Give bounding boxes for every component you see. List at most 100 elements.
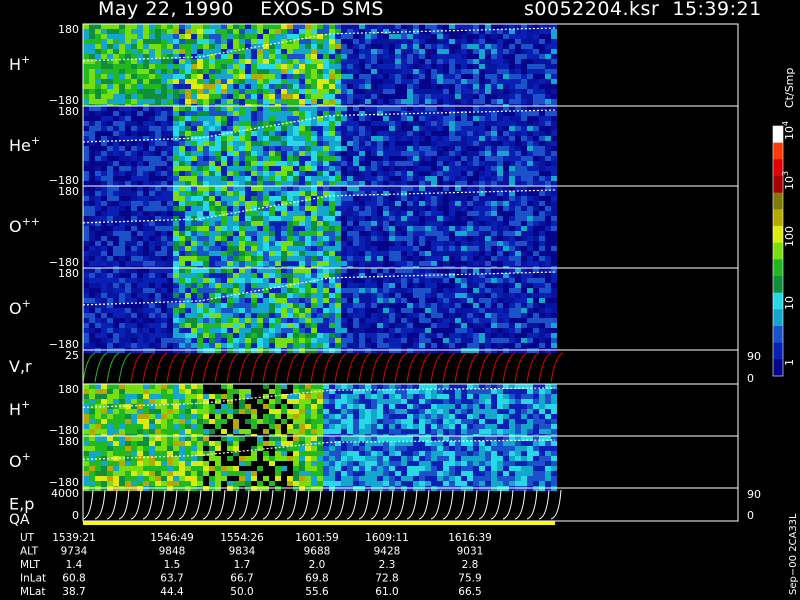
ep-trace bbox=[526, 489, 538, 520]
y-max-label: 4000 bbox=[51, 487, 79, 500]
panel-label: O++ bbox=[9, 215, 40, 236]
footer-value: 1.4 bbox=[66, 559, 83, 571]
vr-trace bbox=[310, 352, 324, 383]
vr-trace bbox=[418, 352, 432, 383]
panel-label: O+ bbox=[9, 297, 31, 318]
vr-trace bbox=[118, 352, 132, 383]
ep-trace bbox=[334, 489, 346, 520]
ep-trace bbox=[358, 489, 370, 520]
ep-trace bbox=[418, 489, 430, 520]
footer-value: 38.7 bbox=[62, 586, 85, 598]
colorbar-label: 103 bbox=[781, 171, 796, 190]
colorbar-label: 100 bbox=[783, 226, 796, 247]
y-max-label: 180 bbox=[58, 185, 79, 198]
vr-trace bbox=[286, 352, 300, 383]
colorbar-cell bbox=[773, 242, 783, 260]
vr-trace bbox=[142, 352, 156, 383]
ep-trace bbox=[178, 489, 190, 520]
ep-trace bbox=[142, 489, 154, 520]
panel-3 bbox=[82, 185, 739, 271]
footer-value: 61.0 bbox=[375, 586, 398, 598]
ep-trace bbox=[106, 489, 118, 520]
footer-value: 1554:26 bbox=[220, 532, 264, 544]
spectrogram-plot: H+180−180He+180−180O++180−180O+180−180V,… bbox=[9, 23, 799, 598]
footer-value: 9688 bbox=[304, 546, 331, 558]
vr-trace bbox=[214, 352, 228, 383]
vr-trace bbox=[526, 352, 540, 383]
vr-trace bbox=[202, 352, 216, 383]
footer-value: 72.8 bbox=[375, 573, 398, 585]
ep-trace bbox=[262, 489, 274, 520]
footer-value: 69.8 bbox=[305, 573, 328, 585]
vr-trace bbox=[466, 352, 480, 383]
footer-row-label: UT bbox=[20, 532, 35, 544]
colorbar-label: 104 bbox=[781, 121, 796, 140]
ep-trace bbox=[382, 489, 394, 520]
footer-row-label: InLat bbox=[20, 573, 46, 585]
panel-8 bbox=[82, 487, 739, 522]
y-max-label: 180 bbox=[58, 267, 79, 280]
footer-value: 44.4 bbox=[160, 586, 184, 598]
vr-trace bbox=[94, 352, 108, 383]
ep-trace bbox=[250, 489, 262, 520]
ep-trace bbox=[442, 489, 454, 520]
y-max-label: 180 bbox=[58, 435, 79, 448]
footer-value: 75.9 bbox=[458, 573, 481, 585]
colorbar-cell bbox=[773, 259, 783, 277]
right-bottom-label: 0 bbox=[747, 509, 754, 522]
footer-value: 9848 bbox=[159, 546, 186, 558]
vr-trace bbox=[130, 352, 144, 383]
colorbar-cell bbox=[773, 126, 783, 144]
ep-trace bbox=[286, 489, 298, 520]
footer-value: 66.7 bbox=[230, 573, 253, 585]
footer-value: 60.8 bbox=[62, 573, 85, 585]
ep-trace bbox=[466, 489, 478, 520]
vr-trace bbox=[442, 352, 456, 383]
ep-trace bbox=[406, 489, 418, 520]
vr-trace bbox=[262, 352, 276, 383]
panel-label: H+ bbox=[9, 398, 30, 419]
vr-trace bbox=[274, 352, 288, 383]
colorbar-title: Ct/Smp bbox=[783, 68, 796, 108]
vr-trace bbox=[382, 352, 396, 383]
ep-trace bbox=[94, 489, 106, 520]
footer-value: 9834 bbox=[229, 546, 256, 558]
footer-value: 1616:39 bbox=[448, 532, 492, 544]
vr-trace bbox=[502, 352, 516, 383]
colorbar-cell bbox=[773, 309, 783, 327]
vr-trace bbox=[226, 352, 240, 383]
vr-trace bbox=[478, 352, 492, 383]
ep-trace bbox=[130, 489, 142, 520]
vr-trace bbox=[334, 352, 348, 383]
ep-trace bbox=[538, 489, 550, 520]
vr-trace bbox=[538, 352, 552, 383]
side-note: Sep−00 2CA33L bbox=[788, 513, 799, 595]
footer-value: 1601:59 bbox=[295, 532, 339, 544]
ep-trace bbox=[478, 489, 490, 520]
ep-trace bbox=[310, 489, 322, 520]
right-bottom-label: 0 bbox=[747, 372, 754, 385]
vr-trace bbox=[298, 352, 312, 383]
panel-1 bbox=[82, 23, 739, 109]
panel-label: He+ bbox=[9, 134, 40, 155]
footer-value: 2.3 bbox=[379, 559, 396, 571]
panel-label: V,r bbox=[9, 357, 32, 376]
vr-trace bbox=[106, 352, 120, 383]
ep-trace bbox=[82, 489, 94, 520]
ep-trace bbox=[166, 489, 178, 520]
vr-trace bbox=[190, 352, 204, 383]
colorbar-cell bbox=[773, 226, 783, 244]
y-max-label: 25 bbox=[65, 349, 79, 362]
colorbar-cell bbox=[773, 192, 783, 210]
ep-trace bbox=[118, 489, 130, 520]
vr-trace bbox=[250, 352, 264, 383]
footer-value: 2.0 bbox=[309, 559, 326, 571]
footer-value: 66.5 bbox=[458, 586, 481, 598]
vr-trace bbox=[406, 352, 420, 383]
ep-trace bbox=[454, 489, 466, 520]
vr-trace bbox=[490, 352, 504, 383]
ep-trace bbox=[370, 489, 382, 520]
colorbar-label: 10 bbox=[783, 296, 796, 310]
ep-trace bbox=[238, 489, 250, 520]
footer-value: 1.7 bbox=[234, 559, 251, 571]
